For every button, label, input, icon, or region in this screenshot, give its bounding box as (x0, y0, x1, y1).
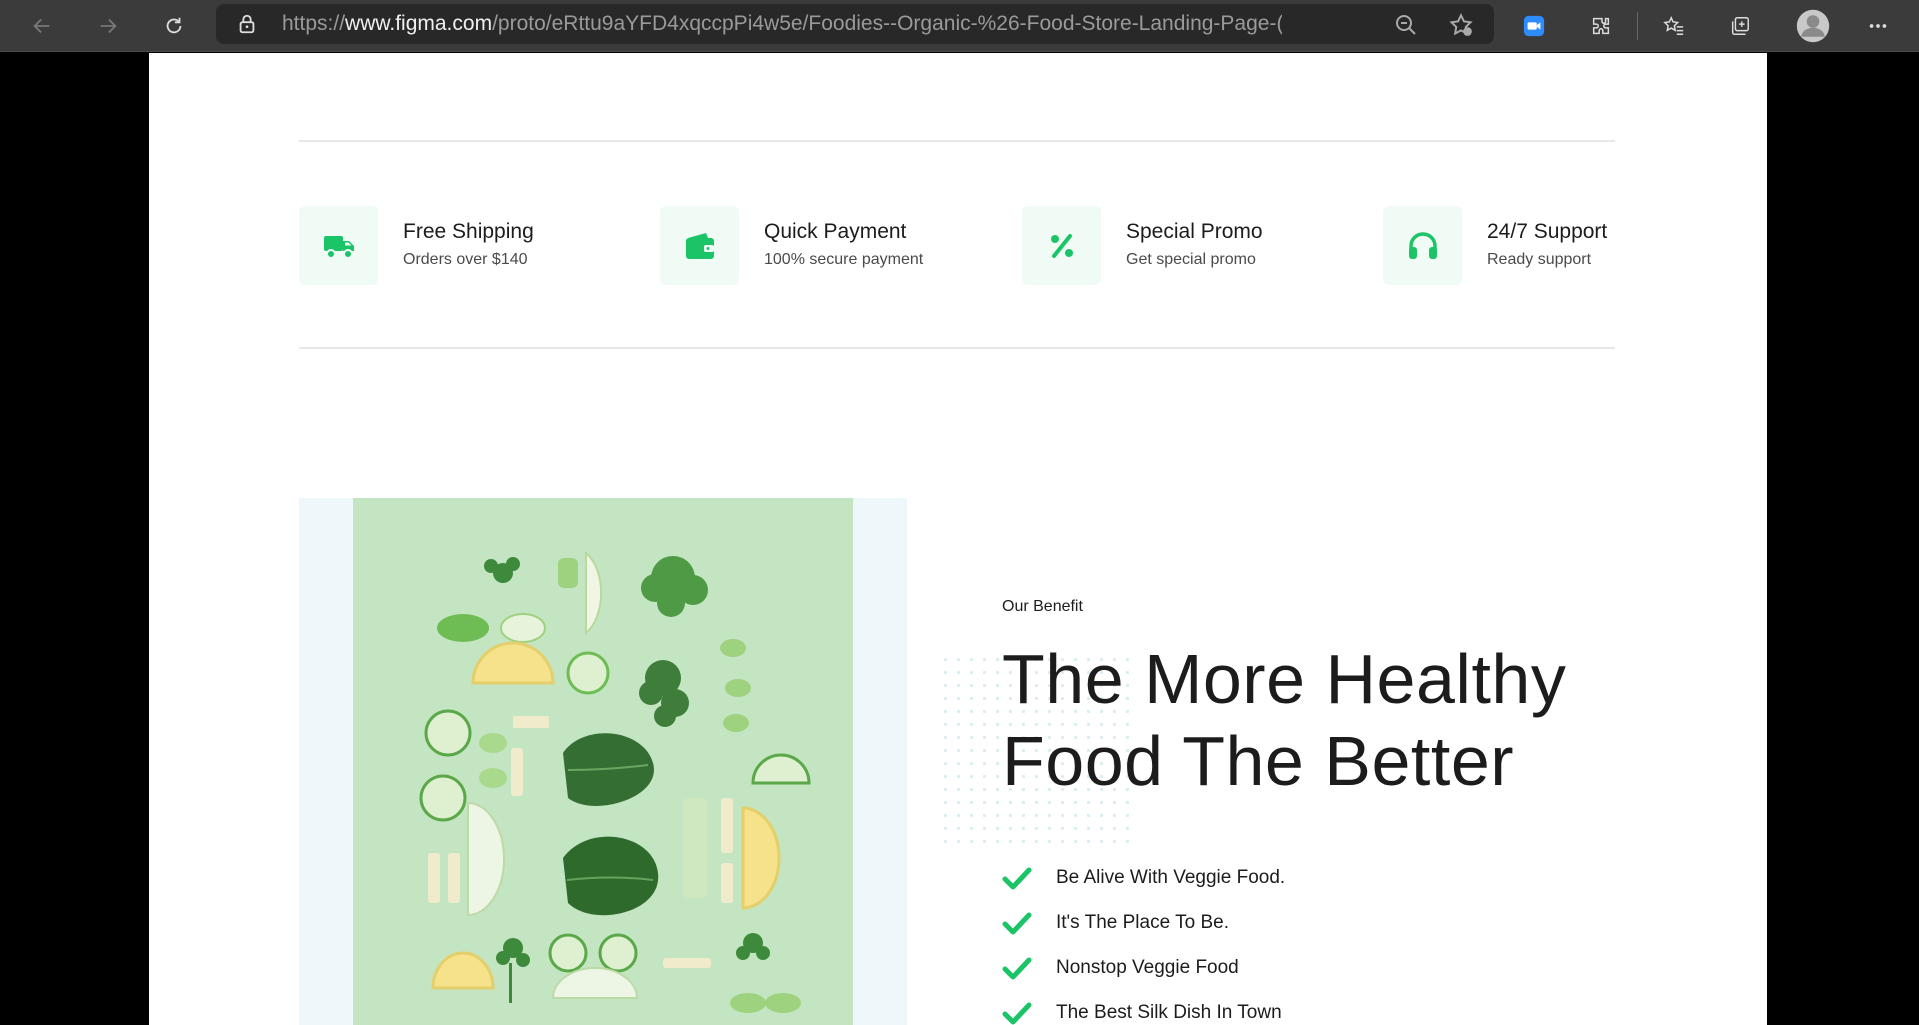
feature-subtitle: Orders over $140 (403, 251, 528, 268)
favorites-icon[interactable] (1658, 10, 1690, 42)
check-icon (1002, 957, 1032, 980)
extensions-icon[interactable] (1585, 10, 1617, 42)
section-headline: The More Healthy Food The Better (1002, 638, 1622, 802)
benefit-text: Be Alive With Veggie Food. (1056, 867, 1286, 888)
browser-toolbar: https://www.figma.com/proto/eRttu9aYFD4x… (0, 0, 1919, 52)
zoom-out-icon[interactable] (1394, 13, 1418, 37)
headline-line-2: Food The Better (1002, 722, 1515, 800)
feature-subtitle: Ready support (1487, 251, 1592, 268)
truck-icon (299, 206, 378, 285)
feature-title: Free Shipping (403, 220, 534, 243)
lock-icon[interactable] (236, 13, 258, 35)
profile-avatar-icon[interactable] (1793, 6, 1833, 46)
divider-top (299, 140, 1615, 142)
section-eyebrow: Our Benefit (1002, 598, 1083, 615)
url-domain: www.figma.com (345, 12, 493, 35)
check-icon (1002, 912, 1032, 935)
collections-icon[interactable] (1724, 10, 1756, 42)
check-icon (1002, 867, 1032, 890)
toolbar-separator (1637, 12, 1638, 40)
prototype-page: Free Shipping Orders over $140 Quick Pay… (149, 53, 1767, 1025)
benefit-text: The Best Silk Dish In Town (1056, 1002, 1282, 1023)
feature-title: Special Promo (1126, 220, 1263, 243)
benefit-text: Nonstop Veggie Food (1056, 957, 1239, 978)
headline-line-1: The More Healthy (1002, 640, 1567, 718)
veggie-flatlay-image (353, 498, 853, 1025)
feature-title: Quick Payment (764, 220, 907, 243)
feature-subtitle: Get special promo (1126, 251, 1256, 268)
divider-bottom (299, 347, 1615, 349)
feature-title: 24/7 Support (1487, 220, 1608, 243)
headphones-icon (1383, 206, 1462, 285)
refresh-icon[interactable] (158, 10, 190, 42)
zoom-extension-icon[interactable] (1518, 10, 1550, 42)
veggie-sprig (484, 557, 520, 583)
url-text[interactable]: https://www.figma.com/proto/eRttu9aYFD4x… (282, 4, 1282, 44)
forward-icon[interactable] (92, 10, 124, 42)
address-bar[interactable]: https://www.figma.com/proto/eRttu9aYFD4x… (216, 4, 1494, 44)
wallet-icon (660, 206, 739, 285)
back-icon[interactable] (26, 10, 58, 42)
feature-subtitle: 100% secure payment (764, 251, 924, 268)
add-favorite-icon[interactable] (1448, 12, 1474, 38)
url-prefix: https:// (282, 12, 346, 35)
check-icon (1002, 1002, 1032, 1025)
more-options-icon[interactable] (1862, 10, 1894, 42)
percent-icon (1022, 206, 1101, 285)
benefit-text: It's The Place To Be. (1056, 912, 1229, 933)
url-path: /proto/eRttu9aYFD4xqccpPi4w5e/Foodies--O… (492, 12, 1282, 35)
